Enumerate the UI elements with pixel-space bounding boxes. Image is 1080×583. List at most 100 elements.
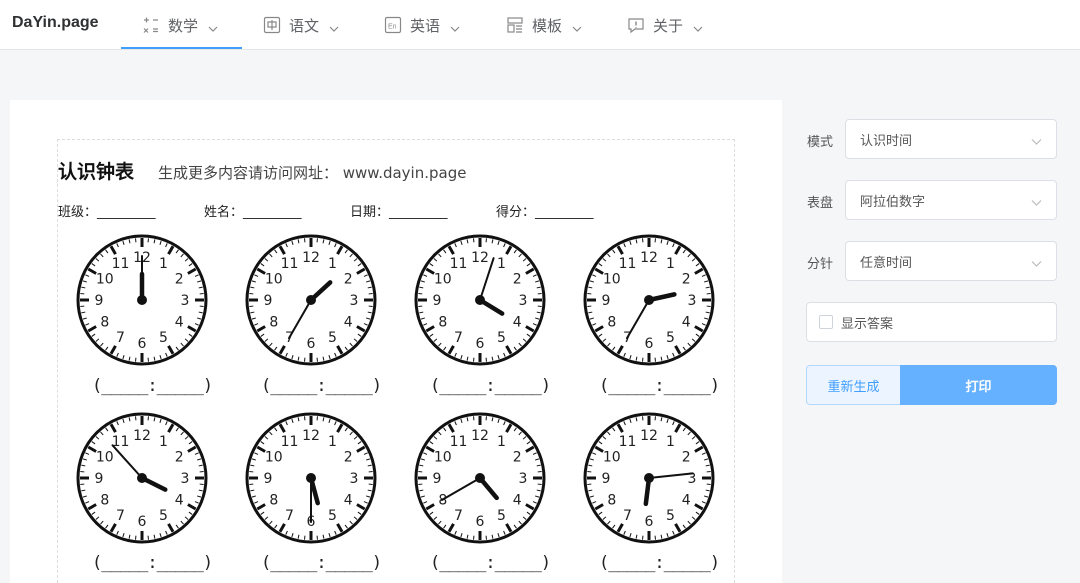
answer-blank: (_____:_____) (92, 553, 213, 573)
date-field: 日期：_________ (350, 205, 448, 220)
clock-numeral: 12 (302, 250, 320, 266)
clock-numeral: 1 (497, 256, 506, 272)
regenerate-button[interactable]: 重新生成 (806, 365, 901, 405)
nav-english[interactable]: En 英语 (384, 0, 460, 50)
clock-numeral: 8 (607, 315, 616, 331)
chevron-down-icon (1031, 135, 1042, 145)
clock-numeral: 3 (181, 471, 190, 487)
clock-numeral: 12 (640, 428, 658, 444)
math-icon (142, 16, 160, 34)
nav-english-label: 英语 (410, 16, 441, 35)
clock-numeral: 6 (307, 336, 316, 352)
clock-numeral: 4 (682, 493, 691, 509)
clock-numeral: 8 (438, 315, 447, 331)
clock-numeral: 4 (513, 493, 522, 509)
name-field: 姓名：_________ (204, 205, 302, 220)
answer-blank: (_____:_____) (430, 553, 551, 573)
clock-numeral: 10 (96, 450, 114, 466)
nav-about-label: 关于 (653, 16, 684, 35)
clock-numeral: 2 (175, 450, 184, 466)
clock-face: 123456789101112 (243, 410, 379, 546)
minute-hand-label: 分针 (807, 257, 834, 272)
clock-numeral: 12 (471, 428, 489, 444)
clock-numeral: 12 (471, 250, 489, 266)
clock-numeral: 10 (265, 272, 283, 288)
mode-select-value: 认识时间 (860, 133, 913, 149)
clock-numeral: 2 (344, 450, 353, 466)
clock-numeral: 5 (159, 330, 168, 346)
clock-numeral: 9 (264, 471, 273, 487)
clock-numeral: 7 (285, 508, 294, 524)
chevron-down-icon (208, 20, 218, 32)
worksheet-subtitle: 生成更多内容请访问网址： www.dayin.page (158, 164, 467, 182)
mode-label: 模式 (807, 135, 834, 150)
answer-blank: (_____:_____) (599, 376, 720, 396)
clock-numeral: 9 (264, 293, 273, 309)
site-logo[interactable]: DaYin.page (12, 14, 99, 32)
dial-select[interactable]: 阿拉伯数字 (845, 180, 1057, 220)
clock-face: 123456789101112 (74, 232, 210, 368)
nav-math[interactable]: 数学 (142, 0, 218, 50)
clock-numeral: 4 (513, 315, 522, 331)
answer-blank: (_____:_____) (261, 376, 382, 396)
clock-numeral: 1 (497, 434, 506, 450)
chevron-down-icon (1031, 257, 1042, 267)
clock-face: 123456789101112 (74, 410, 210, 546)
clock-numeral: 6 (645, 336, 654, 352)
clock-numeral: 4 (344, 493, 353, 509)
dial-select-value: 阿拉伯数字 (860, 194, 926, 210)
clock-numeral: 3 (181, 293, 190, 309)
english-icon: En (384, 16, 402, 34)
show-answer-label: 显示答案 (841, 316, 894, 332)
clock-numeral: 10 (434, 272, 452, 288)
clock-numeral: 4 (175, 493, 184, 509)
clock-numeral: 5 (666, 330, 675, 346)
chevron-down-icon (572, 20, 582, 32)
info-icon (627, 16, 645, 34)
clock-numeral: 5 (328, 330, 337, 346)
svg-text:En: En (388, 24, 397, 31)
clock-numeral: 12 (640, 250, 658, 266)
mode-select[interactable]: 认识时间 (845, 119, 1057, 159)
clock-numeral: 4 (682, 315, 691, 331)
clock-numeral: 9 (95, 471, 104, 487)
clock-numeral: 3 (350, 293, 359, 309)
clock-numeral: 1 (328, 256, 337, 272)
nav-about[interactable]: 关于 (627, 0, 703, 50)
nav-chinese[interactable]: 语文 (263, 0, 339, 50)
chinese-char-icon (263, 16, 281, 34)
clock-numeral: 4 (175, 315, 184, 331)
clock-numeral: 11 (450, 256, 468, 272)
show-answer-checkbox[interactable] (819, 315, 833, 329)
clock-numeral: 2 (513, 450, 522, 466)
clock-numeral: 11 (450, 434, 468, 450)
clock-numeral: 11 (281, 256, 299, 272)
chevron-down-icon (693, 20, 703, 32)
clock-face: 123456789101112 (412, 410, 548, 546)
clock-numeral: 1 (666, 434, 675, 450)
top-nav-bar: DaYin.page 数学 语文 En 英语 模板 关于 (0, 0, 1080, 50)
answer-blank: (_____:_____) (599, 553, 720, 573)
print-button[interactable]: 打印 (900, 365, 1057, 405)
clock-numeral: 7 (623, 508, 632, 524)
template-icon (506, 16, 524, 34)
worksheet-title: 认识钟表 (58, 161, 135, 183)
clock-face: 123456789101112 (412, 232, 548, 368)
clock-numeral: 7 (454, 508, 463, 524)
nav-template[interactable]: 模板 (506, 0, 582, 50)
clock-numeral: 10 (603, 272, 621, 288)
show-answer-toggle[interactable]: 显示答案 (806, 302, 1057, 342)
clock-numeral: 2 (513, 272, 522, 288)
clock-numeral: 5 (497, 330, 506, 346)
clock-numeral: 11 (281, 434, 299, 450)
clock-numeral: 9 (602, 471, 611, 487)
clock-numeral: 8 (100, 493, 109, 509)
clock-numeral: 10 (96, 272, 114, 288)
clock-numeral: 4 (344, 315, 353, 331)
clock-numeral: 6 (138, 336, 147, 352)
chevron-down-icon (450, 20, 460, 32)
clock-numeral: 9 (433, 471, 442, 487)
minute-hand-select[interactable]: 任意时间 (845, 241, 1057, 281)
clock-numeral: 3 (519, 293, 528, 309)
clock-numeral: 12 (302, 428, 320, 444)
